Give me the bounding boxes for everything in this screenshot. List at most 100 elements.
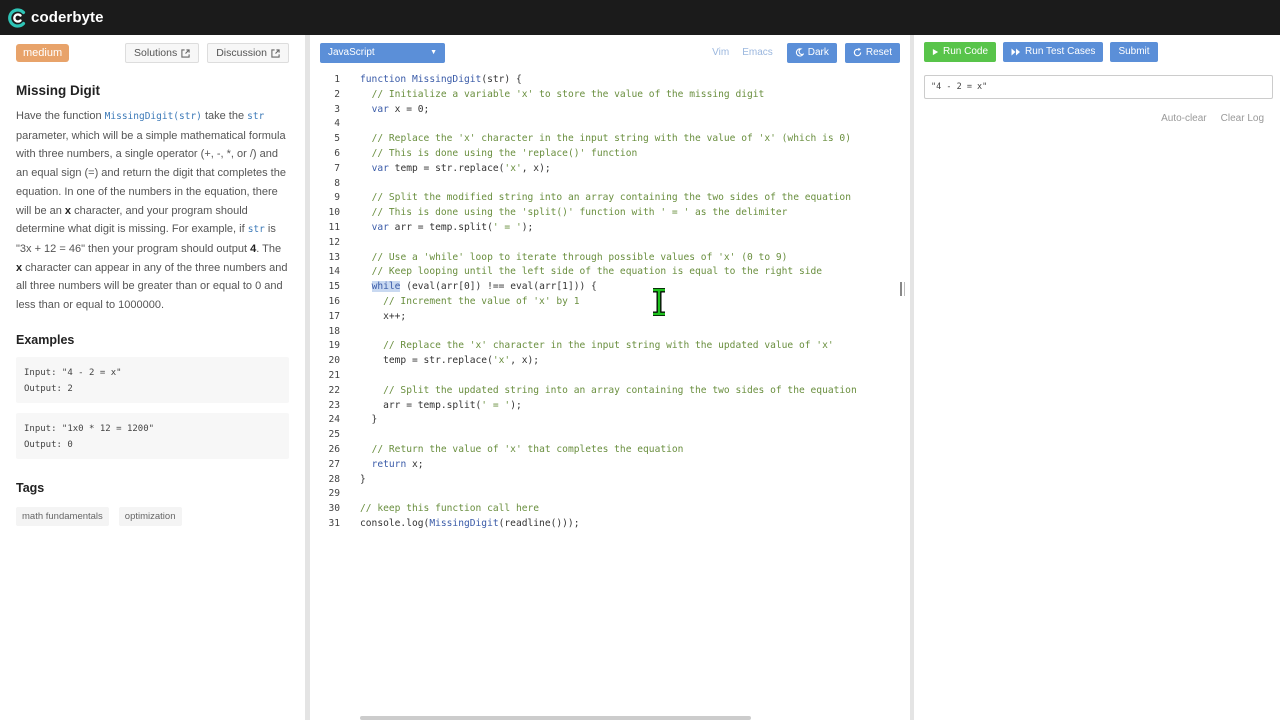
line-number: 13 (328, 251, 340, 263)
code-text: while (eval(arr[0]) !== eval(arr[1])) { (371, 281, 597, 293)
line-number: 26 (328, 443, 340, 455)
code-line: 2 // Initialize a variable 'x' to store … (310, 88, 910, 103)
line-number: 17 (328, 310, 340, 322)
code-line: 25 (310, 428, 910, 443)
line-number: 18 (328, 325, 340, 337)
code-text: var temp = str.replace('x', x); (371, 162, 551, 174)
play-icon (1011, 48, 1021, 55)
line-number: 24 (328, 414, 340, 426)
external-link-icon (271, 48, 280, 58)
custom-input-value: "4 - 2 = x" (931, 82, 988, 92)
dark-label: Dark (807, 47, 829, 58)
submit-button[interactable]: Submit (1110, 41, 1158, 62)
solutions-button[interactable]: Solutions (125, 43, 200, 63)
code-area[interactable]: 1 function MissingDigit(str) { 2 // Initia… (310, 73, 910, 532)
language-select[interactable]: JavaScript ▼ (320, 42, 445, 63)
output-panel: Run Code Run Test Cases Submit "4 - 2 = … (914, 35, 1280, 720)
tag-math-fundamentals[interactable]: math fundamentals (16, 506, 109, 526)
custom-input-field[interactable]: "4 - 2 = x" (924, 75, 1273, 99)
desc-code: MissingDigit(str) (104, 111, 202, 122)
submit-label: Submit (1118, 46, 1150, 57)
code-line: 28} (310, 473, 910, 488)
app-root: coderbyte medium Solutions Discussion Mi… (0, 0, 1280, 720)
code-text: // keep this function call here (360, 503, 540, 515)
desc-code: str (247, 111, 265, 122)
example-block: Input: "4 - 2 = x" Output: 2 (16, 356, 289, 403)
examples-title: Examples (16, 332, 75, 347)
example-input: Input: "1x0 * 12 = 1200" (24, 423, 155, 434)
code-line: 20 temp = str.replace('x', x); (310, 354, 910, 369)
line-number: 2 (334, 88, 340, 100)
code-line: 26 // Return the value of 'x' that compl… (310, 443, 910, 458)
tag-list: math fundamentals optimization (16, 506, 289, 526)
problem-title: Missing Digit (16, 83, 100, 98)
code-line: 21 (310, 369, 910, 384)
editor-toolbar: JavaScript ▼ Vim Emacs Dark Reset (310, 35, 910, 70)
logo[interactable]: coderbyte (8, 7, 104, 28)
reset-button[interactable]: Reset (844, 42, 900, 63)
code-line: 14 // Keep looping until the left side o… (310, 265, 910, 280)
line-number: 12 (328, 236, 340, 248)
external-link-icon (181, 48, 190, 58)
run-test-cases-label: Run Test Cases (1025, 46, 1096, 57)
line-number: 31 (328, 517, 340, 529)
emacs-mode-link[interactable]: Emacs (742, 47, 773, 58)
tag-optimization[interactable]: optimization (118, 506, 182, 526)
code-line: 12 (310, 236, 910, 251)
code-text: var x = 0; (371, 103, 430, 115)
code-line: 18 (310, 325, 910, 340)
clear-log-button[interactable]: Clear Log (1221, 113, 1264, 124)
code-text: function MissingDigit(str) { (360, 74, 522, 85)
coderbyte-logo-icon (8, 7, 26, 28)
overview-ruler-marker (900, 282, 905, 296)
line-number: 19 (328, 340, 340, 352)
code-line: 5 // Replace the 'x' character in the in… (310, 132, 910, 147)
code-text: // This is done using the 'replace()' fu… (371, 147, 638, 159)
line-number: 6 (334, 147, 340, 159)
horizontal-scrollbar[interactable] (360, 716, 751, 720)
run-test-cases-button[interactable]: Run Test Cases (1003, 41, 1104, 62)
code-line: 23 arr = temp.split(' = '); (310, 399, 910, 414)
text-cursor-icon (653, 288, 665, 316)
discussion-button[interactable]: Discussion (207, 43, 289, 63)
line-number: 14 (328, 266, 340, 278)
code-text: // Replace the 'x' character in the inpu… (371, 133, 851, 145)
code-text: x++; (360, 310, 407, 322)
code-text: // Split the updated string into an arra… (383, 384, 857, 396)
vim-mode-link[interactable]: Vim (712, 47, 729, 58)
auto-clear-toggle[interactable]: Auto-clear (1161, 113, 1207, 124)
line-number: 9 (334, 192, 340, 204)
problem-description: Have the function MissingDigit(str) take… (16, 107, 288, 315)
code-line: 13 // Use a 'while' loop to iterate thro… (310, 251, 910, 266)
line-number: 22 (328, 384, 340, 396)
code-editor-panel: JavaScript ▼ Vim Emacs Dark Reset 1 funct… (310, 35, 910, 720)
code-text: arr = temp.split(' = '); (360, 399, 522, 411)
line-number: 1 (334, 74, 340, 85)
line-number: 20 (328, 355, 340, 367)
dark-mode-button[interactable]: Dark (786, 42, 837, 63)
runner-toolbar: Run Code Run Test Cases Submit (924, 35, 1270, 68)
problem-panel: medium Solutions Discussion Missing Digi… (0, 35, 305, 720)
code-line: 11 var arr = temp.split(' = '); (310, 221, 910, 236)
code-text: return x; (371, 458, 424, 470)
desc-code: str (247, 224, 265, 236)
code-line: 9 // Split the modified string into an a… (310, 191, 910, 206)
logo-text: coderbyte (31, 9, 104, 26)
top-bar: coderbyte (0, 0, 1280, 35)
line-number: 29 (328, 488, 340, 500)
run-code-button[interactable]: Run Code (924, 41, 997, 62)
code-text: // This is done using the 'split()' func… (371, 207, 788, 219)
console-controls: Auto-clear Clear Log (924, 113, 1270, 124)
desc-text: parameter, which will be a simple mathem… (16, 129, 286, 217)
code-line: 22 // Split the updated string into an a… (310, 384, 910, 399)
line-number: 21 (328, 369, 340, 381)
line-number: 7 (334, 162, 340, 174)
caret-down-icon: ▼ (430, 49, 437, 56)
code-line: 3 var x = 0; (310, 103, 910, 118)
code-line: 24 } (310, 413, 910, 428)
code-line: 27 return x; (310, 458, 910, 473)
moon-icon (795, 48, 804, 57)
